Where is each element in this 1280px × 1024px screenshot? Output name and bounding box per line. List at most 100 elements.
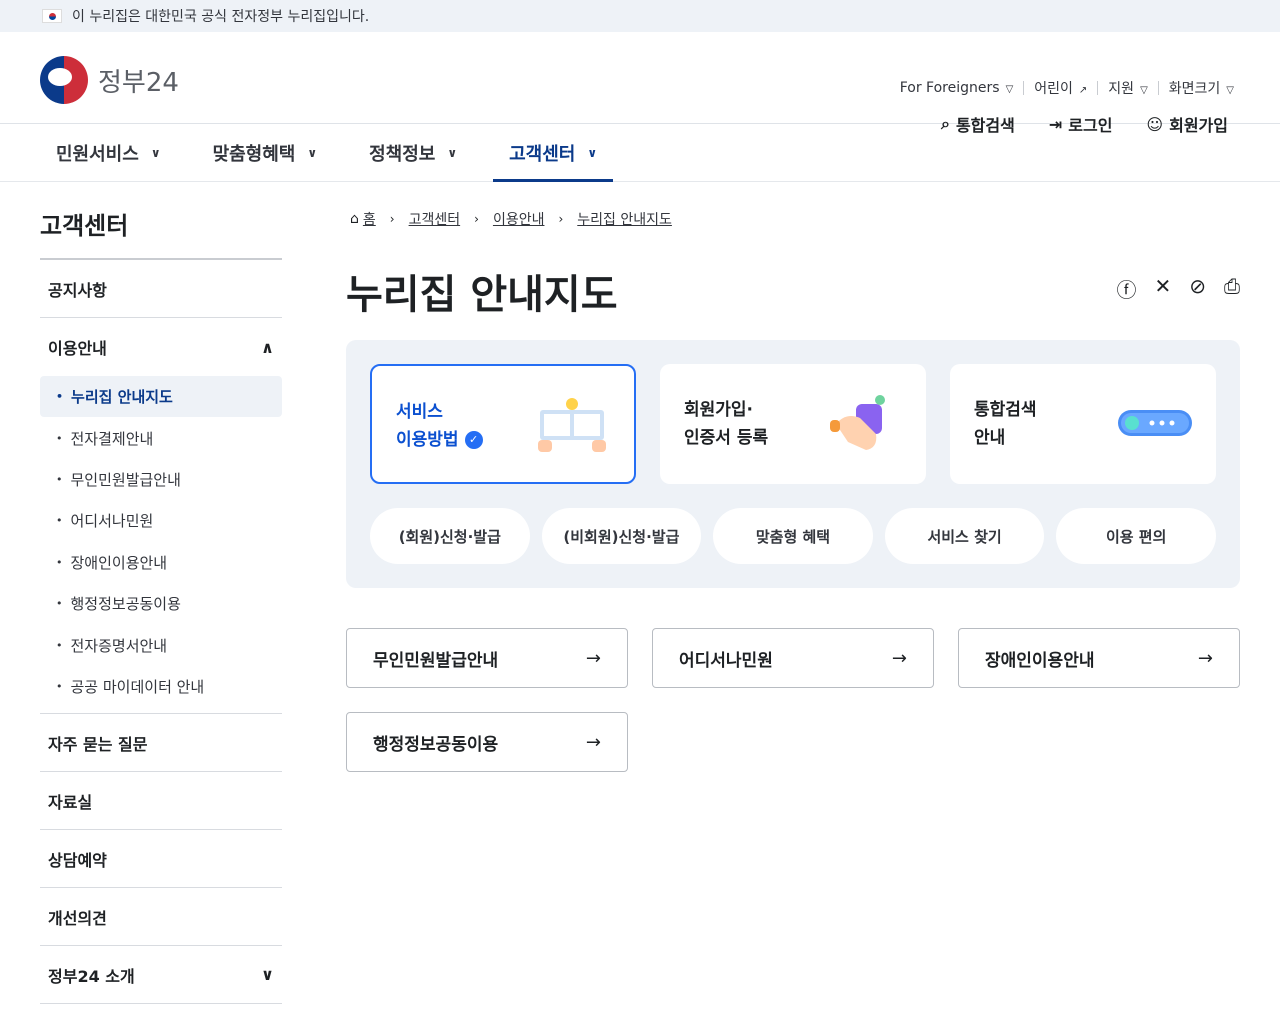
chevron-down-icon: ▽ bbox=[1005, 84, 1014, 95]
home-icon: ⌂ bbox=[350, 211, 359, 227]
sidebar-item-data[interactable]: 자료실 bbox=[40, 772, 282, 831]
link-label: 어디서나민원 bbox=[679, 650, 773, 671]
chevron-right-icon: › bbox=[474, 212, 479, 226]
card-service-usage[interactable]: 서비스 이용방법 ✓ bbox=[370, 364, 636, 484]
sidebar-item-faq[interactable]: 자주 묻는 질문 bbox=[40, 714, 282, 773]
nav-label: 맞춤형혜택 bbox=[212, 144, 296, 165]
card-signup-cert[interactable]: 회원가입· 인증서 등록 bbox=[660, 364, 926, 484]
search-button[interactable]: ⌕ 통합검색 bbox=[941, 112, 1015, 136]
join-label: 회원가입 bbox=[1169, 116, 1228, 135]
chevron-down-icon: ▽ bbox=[1226, 85, 1234, 96]
sidebar-label: 이용안내 bbox=[48, 339, 107, 358]
check-icon: ✓ bbox=[464, 431, 483, 449]
arrow-right-icon: → bbox=[585, 647, 601, 669]
link-anywhere-civil[interactable]: 어디서나민원 → bbox=[652, 628, 934, 688]
submenu-item[interactable]: 장애인이용안내 bbox=[40, 542, 282, 583]
nav-civil-service[interactable]: 민원서비스 ∨ bbox=[40, 124, 177, 182]
pill-member-apply[interactable]: (회원)신청·발급 bbox=[370, 508, 530, 564]
chevron-down-icon: ∨ bbox=[261, 965, 274, 985]
sidebar-item-about[interactable]: 정부24 소개 ∨ bbox=[40, 946, 282, 1005]
gov-banner: 이 누리집은 대한민국 공식 전자정부 누리집입니다. bbox=[0, 0, 1280, 32]
pill-custom-benefit[interactable]: 맞춤형 혜택 bbox=[713, 508, 873, 564]
breadcrumb-item[interactable]: 고객센터 bbox=[409, 209, 461, 229]
chevron-down-icon: ∨ bbox=[150, 146, 161, 160]
korea-flag-icon bbox=[42, 9, 62, 23]
divider bbox=[1097, 81, 1099, 95]
guide-cards: 서비스 이용방법 ✓ 회원가입· 인증서 등록 통합검색 안내 bbox=[370, 364, 1216, 484]
font-size-label: 화면크기 bbox=[1168, 81, 1221, 97]
search-label: 통합검색 bbox=[955, 116, 1015, 135]
sidebar-label: 정부24 소개 bbox=[48, 966, 135, 986]
print-icon[interactable]: ⎙ bbox=[1224, 274, 1240, 303]
share-tools: ⓕ ✕ ⊘ ⎙ bbox=[1116, 274, 1240, 303]
link-label: 장애인이용안내 bbox=[985, 650, 1095, 671]
submenu-item[interactable]: 전자증명서안내 bbox=[40, 624, 282, 665]
nav-label: 민원서비스 bbox=[56, 144, 139, 165]
taegeuk-logo-icon bbox=[40, 56, 88, 104]
sidebar-label: 상담예약 bbox=[48, 850, 107, 870]
link-unmanned-issue[interactable]: 무인민원발급안내 → bbox=[346, 628, 628, 688]
submenu-item[interactable]: 누리집 안내지도 bbox=[40, 376, 282, 418]
sidebar-item-notice[interactable]: 공지사항 bbox=[40, 260, 282, 318]
nav-customer-center[interactable]: 고객센터 ∨ bbox=[493, 124, 614, 182]
search-bar-illustration-icon bbox=[1118, 410, 1192, 436]
breadcrumb-home[interactable]: 홈 bbox=[363, 209, 376, 229]
arrow-right-icon: → bbox=[585, 731, 601, 753]
for-foreigners-label: For Foreigners bbox=[899, 80, 1000, 96]
x-icon[interactable]: ✕ bbox=[1154, 274, 1171, 303]
sidebar-item-guide[interactable]: 이용안내 ∧ bbox=[40, 318, 282, 376]
link-label: 무인민원발급안내 bbox=[373, 650, 499, 671]
search-icon: ⌕ bbox=[940, 114, 950, 133]
login-icon: ⇥ bbox=[1048, 114, 1063, 134]
facebook-icon[interactable]: ⓕ bbox=[1116, 274, 1136, 303]
link-label: 행정정보공동이용 bbox=[373, 734, 499, 755]
chevron-down-icon: ∨ bbox=[447, 146, 458, 160]
arrow-right-icon: → bbox=[1197, 647, 1213, 669]
breadcrumb-current[interactable]: 누리집 안내지도 bbox=[577, 209, 672, 229]
breadcrumb: ⌂ 홈 › 고객센터 › 이용안내 › 누리집 안내지도 bbox=[350, 206, 1240, 232]
login-button[interactable]: ⇥ 로그인 bbox=[1049, 112, 1113, 136]
join-button[interactable]: ☺ 회원가입 bbox=[1146, 112, 1228, 136]
card-unified-search[interactable]: 통합검색 안내 bbox=[950, 364, 1216, 484]
arrow-right-icon: → bbox=[891, 647, 907, 669]
pill-convenience[interactable]: 이용 편의 bbox=[1056, 508, 1216, 564]
nav-benefits[interactable]: 맞춤형혜택 ∨ bbox=[197, 124, 334, 182]
sidebar: 고객센터 공지사항 이용안내 ∧ 누리집 안내지도 전자결제안내 무인민원발급안내… bbox=[40, 206, 282, 1005]
font-size-menu[interactable]: 화면크기 ▽ bbox=[1169, 78, 1234, 98]
support-menu[interactable]: 지원 ▽ bbox=[1108, 78, 1147, 98]
submenu-item[interactable]: 공공 마이데이터 안내 bbox=[40, 666, 282, 707]
chevron-right-icon: › bbox=[389, 212, 395, 226]
sidebar-title: 고객센터 bbox=[40, 206, 282, 260]
logo[interactable]: 정부24 bbox=[40, 56, 179, 104]
submenu-item[interactable]: 무인민원발급안내 bbox=[40, 459, 282, 500]
sidebar-item-consult[interactable]: 상담예약 bbox=[40, 830, 282, 889]
kids-label: 어린이 bbox=[1034, 81, 1073, 97]
link-clip-icon[interactable]: ⊘ bbox=[1189, 274, 1206, 303]
submenu-item[interactable]: 어디서나민원 bbox=[40, 500, 282, 541]
breadcrumb-item[interactable]: 이용안내 bbox=[493, 209, 545, 229]
nav-label: 정책정보 bbox=[369, 144, 436, 165]
link-disabled-guide[interactable]: 장애인이용안내 → bbox=[958, 628, 1240, 688]
for-foreigners-link[interactable]: For Foreigners ▽ bbox=[900, 80, 1014, 96]
kids-link[interactable]: 어린이 ↗ bbox=[1034, 78, 1087, 98]
chevron-up-icon: ∧ bbox=[261, 337, 274, 357]
card-line: 이용방법 bbox=[396, 430, 459, 450]
login-label: 로그인 bbox=[1068, 116, 1113, 135]
sidebar-label: 개선의견 bbox=[48, 908, 107, 928]
nav-label: 고객센터 bbox=[509, 144, 576, 165]
support-label: 지원 bbox=[1108, 81, 1135, 97]
submenu-item[interactable]: 전자결제안내 bbox=[40, 417, 282, 458]
sidebar-item-improve[interactable]: 개선의견 bbox=[40, 888, 282, 947]
submenu-item[interactable]: 행정정보공동이용 bbox=[40, 583, 282, 624]
page-title: 누리집 안내지도 bbox=[346, 272, 618, 318]
book-illustration-icon bbox=[538, 398, 606, 452]
logo-text: 정부24 bbox=[98, 67, 179, 98]
nav-policy[interactable]: 정책정보 ∨ bbox=[353, 124, 473, 182]
phone-hand-illustration-icon bbox=[830, 395, 885, 450]
sidebar-label: 공지사항 bbox=[48, 280, 107, 300]
divider bbox=[1157, 81, 1159, 95]
pill-nonmember-apply[interactable]: (비회원)신청·발급 bbox=[541, 508, 702, 564]
sidebar-label: 자료실 bbox=[48, 792, 93, 812]
pill-service-search[interactable]: 서비스 찾기 bbox=[884, 508, 1045, 564]
link-admin-sharing[interactable]: 행정정보공동이용 → bbox=[346, 712, 628, 772]
